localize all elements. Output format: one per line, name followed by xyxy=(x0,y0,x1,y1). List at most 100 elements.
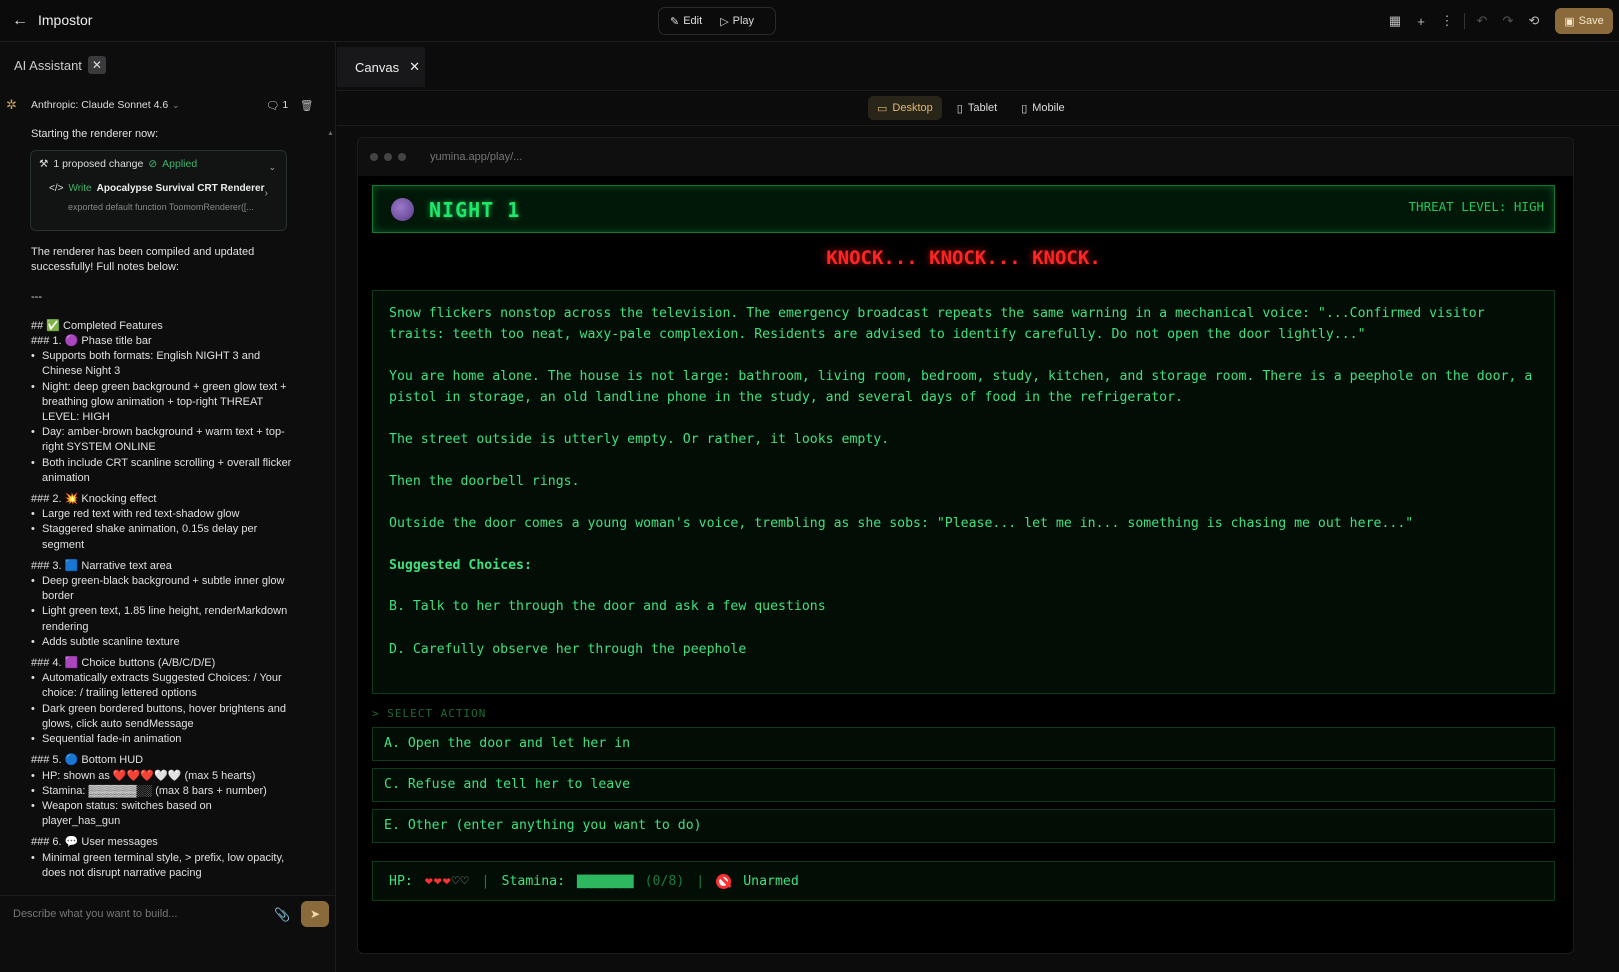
phase-title-bar: NIGHT 1 THREAT LEVEL: HIGH xyxy=(372,185,1555,233)
feature-list: Large red text with red text-shadow glow… xyxy=(31,507,293,553)
save-button[interactable]: ▣ Save xyxy=(1555,8,1613,34)
hud-divider: | xyxy=(696,873,705,889)
suggested-choices-label: Suggested Choices: xyxy=(389,558,532,573)
trash-icon[interactable]: 🗑 xyxy=(300,99,313,112)
back-arrow-icon[interactable]: ← xyxy=(12,11,32,31)
save-icon: ▣ xyxy=(1564,15,1575,28)
app-title: Impostor xyxy=(38,12,93,28)
chat-messages: Starting the renderer now: ⚒ 1 proposed … xyxy=(30,127,293,881)
stamina-value: (0/8) xyxy=(644,873,685,889)
bottom-hud: HP: ❤❤❤♡♡ | Stamina: ▇▇▇▇▇▇▇▇ (0/8) | Un… xyxy=(372,861,1555,901)
list-item: Automatically extracts Suggested Choices… xyxy=(31,671,293,701)
applied-status: Applied xyxy=(162,158,198,171)
no-weapon-icon xyxy=(716,873,732,889)
close-icon[interactable]: ✕ xyxy=(409,59,420,75)
close-icon[interactable]: ✕ xyxy=(87,56,106,74)
select-action-label: > SELECT ACTION xyxy=(372,707,487,720)
stamina-bars: ▇▇▇▇▇▇▇▇ xyxy=(577,873,634,889)
feature-section-title: ### 6. 💬 User messages xyxy=(31,836,158,849)
moon-icon xyxy=(391,198,414,221)
assistant-panel: AI Assistant ✕ ✲ Anthropic: Claude Sonne… xyxy=(0,42,336,972)
code-icon: </> xyxy=(49,183,64,195)
sparkle-icon: ✲ xyxy=(6,97,17,112)
stamina-label: Stamina: xyxy=(501,873,566,889)
chevron-down-icon[interactable]: ⌄ xyxy=(172,100,180,111)
feature-list: Supports both formats: English NIGHT 3 a… xyxy=(31,349,293,486)
chat-done: The renderer has been compiled and updat… xyxy=(31,246,255,274)
write-title[interactable]: Apocalypse Survival CRT Renderer xyxy=(97,181,265,196)
message-count[interactable]: 🗨 1 xyxy=(266,99,288,112)
feature-section-title: ### 2. 💥 Knocking effect xyxy=(31,493,157,506)
model-selector-row: ✲ Anthropic: Claude Sonnet 4.6 ⌄ 🗨 1 🗑 xyxy=(0,92,336,118)
write-subtitle: exported default function ToomomRenderer… xyxy=(68,201,254,212)
browser-preview: yumina.app/play/... NIGHT 1 THREAT LEVEL… xyxy=(357,137,1574,954)
choice-button-c[interactable]: C. Refuse and tell her to leave xyxy=(372,768,1555,802)
window-dot xyxy=(370,153,378,161)
list-item: Both include CRT scanline scrolling + ov… xyxy=(31,456,293,486)
list-item: Adds subtle scanline texture xyxy=(31,635,293,650)
edit-button[interactable]: ✎ Edit xyxy=(663,11,709,32)
list-item: Stamina: ▓▓▓▓▓▓░░ (max 8 bars + number) xyxy=(31,784,293,799)
mode-switch: ✎ Edit ▷ Play xyxy=(658,7,776,35)
tab-canvas[interactable]: Canvas ✕ xyxy=(337,47,425,87)
feature-section-title: ### 4. 🟪 Choice buttons (A/B/C/D/E) xyxy=(31,657,216,670)
toolbar-divider xyxy=(1464,13,1465,29)
top-bar: ← Impostor ✎ Edit ▷ Play ▦ + ⋮ ↶ ↷ ⟲ ▣ Save xyxy=(0,0,1619,42)
list-item: Weapon status: switches based on player_… xyxy=(31,799,293,829)
browser-url: yumina.app/play/... xyxy=(430,151,523,163)
hud-divider: | xyxy=(481,873,490,889)
more-icon[interactable]: ⋮ xyxy=(1434,8,1460,34)
list-item: Staggered shake animation, 0.15s delay p… xyxy=(31,522,293,552)
play-button[interactable]: ▷ Play xyxy=(713,11,761,32)
feature-section-title: ### 3. 🟦 Narrative text area xyxy=(31,559,172,572)
undo-icon[interactable]: ↶ xyxy=(1469,8,1495,34)
proposed-change-card[interactable]: ⚒ 1 proposed change ⊘ Applied ⌄ </> Writ… xyxy=(30,150,287,232)
chevron-right-icon[interactable]: › xyxy=(265,186,268,201)
hp-hearts: ❤❤❤♡♡ xyxy=(424,873,470,889)
choice-button-a[interactable]: A. Open the door and let her in xyxy=(372,727,1555,761)
comment-icon: 🗨 xyxy=(266,99,280,112)
list-item: HP: shown as ❤️❤️❤️🤍🤍 (max 5 hearts) xyxy=(31,769,293,784)
feature-list: Automatically extracts Suggested Choices… xyxy=(31,671,293,747)
chat-input[interactable]: Describe what you want to build... xyxy=(13,908,177,920)
phone-icon: ▯ xyxy=(1021,102,1028,115)
tablet-icon: ▯ xyxy=(956,102,963,115)
narrative-paragraph: Snow flickers nonstop across the televis… xyxy=(389,306,1485,342)
threat-level: THREAT LEVEL: HIGH xyxy=(1408,199,1544,214)
list-item: Light green text, 1.85 line height, rend… xyxy=(31,604,293,634)
narrative-paragraph: Then the doorbell rings. xyxy=(389,474,580,489)
choice-button-e[interactable]: E. Other (enter anything you want to do) xyxy=(372,809,1555,843)
phase-title: NIGHT 1 xyxy=(429,198,521,222)
list-item: Sequential fade-in animation xyxy=(31,732,293,747)
send-button[interactable]: ➤ xyxy=(301,901,329,927)
tab-ai-assistant[interactable]: AI Assistant ✕ xyxy=(14,52,106,78)
chat-intro: Starting the renderer now: xyxy=(31,128,159,140)
redo-icon[interactable]: ↷ xyxy=(1495,8,1521,34)
model-name[interactable]: Anthropic: Claude Sonnet 4.6 xyxy=(31,99,168,111)
layout-icon[interactable]: ▦ xyxy=(1382,8,1408,34)
scroll-up-icon[interactable]: ▲ xyxy=(327,130,334,137)
list-item: Day: amber-brown background + warm text … xyxy=(31,425,293,455)
knock-text: KNOCK... KNOCK... KNOCK. xyxy=(826,247,1101,269)
narrative-area: Snow flickers nonstop across the televis… xyxy=(372,290,1555,694)
canvas-panel: Canvas ✕ ▭ Desktop ▯ Tablet ▯ Mobile yumina… xyxy=(337,42,1619,972)
narrative-paragraph: Outside the door comes a young woman's v… xyxy=(389,516,1414,531)
device-tablet-button[interactable]: ▯ Tablet xyxy=(948,96,1006,120)
device-desktop-button[interactable]: ▭ Desktop xyxy=(868,96,942,120)
add-icon[interactable]: + xyxy=(1408,8,1434,34)
list-item: Night: deep green background + green glo… xyxy=(31,380,293,426)
window-dot xyxy=(384,153,392,161)
pencil-icon: ✎ xyxy=(670,15,680,28)
paperclip-icon[interactable]: 📎 xyxy=(274,907,290,923)
list-item: Large red text with red text-shadow glow xyxy=(31,507,293,522)
play-icon: ▷ xyxy=(720,15,729,28)
toolbar-icons: ▦ + ⋮ ↶ ↷ ⟲ ▣ Save xyxy=(1382,8,1619,34)
feature-section-title: ### 1. 🟣 Phase title bar xyxy=(31,335,152,348)
chat-divider: --- xyxy=(31,290,42,303)
list-item: Supports both formats: English NIGHT 3 a… xyxy=(31,349,293,379)
history-icon[interactable]: ⟲ xyxy=(1521,8,1547,34)
device-mobile-button[interactable]: ▯ Mobile xyxy=(1012,96,1073,120)
chevron-down-icon[interactable]: ⌄ xyxy=(268,160,276,175)
suggested-choice: B. Talk to her through the door and ask … xyxy=(389,599,826,614)
hp-label: HP: xyxy=(389,873,413,889)
